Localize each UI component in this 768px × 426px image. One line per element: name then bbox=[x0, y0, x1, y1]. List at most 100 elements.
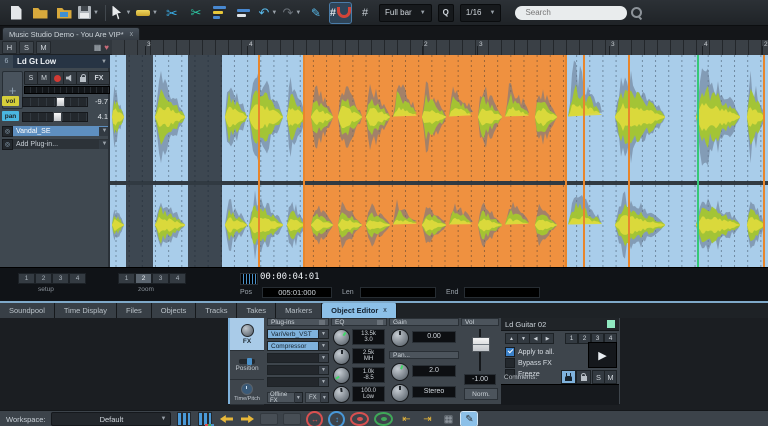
save-icon[interactable]: ▼ bbox=[78, 3, 99, 23]
eq-knob-1[interactable] bbox=[333, 329, 350, 346]
chevron-down-icon[interactable]: ▼ bbox=[321, 392, 329, 403]
grid-view-icon[interactable]: ▦ bbox=[94, 43, 102, 52]
object-draw-tool-icon[interactable]: ▼ bbox=[136, 3, 158, 23]
timeline-ruler[interactable]: 3423342 bbox=[112, 40, 768, 56]
track-record-button[interactable] bbox=[50, 71, 64, 85]
zoom-vertical-icon[interactable]: ↕ bbox=[328, 412, 345, 426]
draw-mode-icon[interactable]: ✎ bbox=[461, 412, 477, 426]
object-left-icon[interactable] bbox=[218, 412, 234, 426]
chevron-down-icon[interactable]: ▼ bbox=[319, 329, 329, 339]
draw-pen-icon[interactable]: ✎ bbox=[306, 3, 326, 23]
pan-slider[interactable] bbox=[22, 112, 88, 122]
gain-knob[interactable] bbox=[391, 329, 409, 347]
group-objects-icon[interactable] bbox=[234, 3, 254, 23]
track-mute-button[interactable]: M bbox=[37, 71, 51, 85]
quantize-button[interactable]: Q bbox=[438, 4, 454, 22]
zoom-button-3[interactable]: 3 bbox=[152, 273, 169, 284]
object-color-swatch[interactable] bbox=[607, 320, 615, 328]
dock-tab-time-display[interactable]: Time Display bbox=[55, 303, 117, 318]
checkbox-checked-icon[interactable] bbox=[505, 347, 515, 357]
workspace-select[interactable]: Default ▼ bbox=[51, 412, 171, 426]
eq-knob-3[interactable] bbox=[333, 367, 350, 384]
monitor-plug-button[interactable] bbox=[561, 370, 576, 384]
dock-tab-soundpool[interactable]: Soundpool bbox=[0, 303, 55, 318]
lock-button[interactable] bbox=[576, 370, 591, 384]
tab-timepitch[interactable]: Time/Pitch bbox=[230, 380, 264, 405]
favorites-icon[interactable]: ♥ bbox=[104, 43, 109, 52]
pos-field[interactable]: 005:01:000 bbox=[262, 287, 332, 298]
track-monitor-button[interactable] bbox=[63, 71, 77, 85]
split-tool-icon[interactable]: ✂ bbox=[186, 3, 206, 23]
close-icon[interactable]: x bbox=[130, 31, 134, 38]
audio-editor-icon[interactable] bbox=[197, 412, 213, 426]
chevron-down-icon[interactable]: ▼ bbox=[295, 392, 303, 403]
fx-plugin-slot[interactable]: ▼ bbox=[267, 377, 329, 387]
disabled-button[interactable] bbox=[260, 412, 278, 426]
timecode-display[interactable]: 00:00:04:01 bbox=[260, 272, 320, 282]
hide-button[interactable]: H bbox=[2, 41, 17, 54]
offline-fx-button[interactable]: Offline FX bbox=[267, 392, 295, 403]
chevron-down-icon[interactable]: ▼ bbox=[319, 365, 329, 375]
object-right-icon[interactable] bbox=[239, 412, 255, 426]
mixer-icon[interactable] bbox=[176, 412, 192, 426]
dock-tab-takes[interactable]: Takes bbox=[237, 303, 276, 318]
mini-button[interactable] bbox=[377, 320, 383, 325]
vol-fader-handle[interactable] bbox=[472, 337, 490, 352]
project-tab[interactable]: Music Studio Demo - You Are VIP* x bbox=[2, 27, 140, 41]
tab-fx[interactable]: FX bbox=[230, 318, 264, 351]
bypass-fx-checkbox[interactable]: Bypass FX bbox=[505, 358, 552, 368]
volume-chip[interactable]: vol bbox=[2, 96, 19, 106]
track-fx-button[interactable]: FX bbox=[88, 71, 110, 85]
undo-icon[interactable]: ↶▼ bbox=[258, 3, 278, 23]
add-plugin-slot[interactable]: ◎ Add Plug-in... ▼ bbox=[2, 139, 108, 149]
snap-mode-select[interactable]: Full bar ▼ bbox=[379, 4, 432, 22]
eq-knob-4[interactable] bbox=[333, 386, 350, 403]
normalize-button[interactable]: Norm. bbox=[464, 388, 498, 400]
pan-value[interactable]: 2.0 bbox=[412, 365, 456, 377]
chevron-down-icon[interactable]: ▼ bbox=[101, 59, 110, 65]
apply-to-all-checkbox[interactable]: Apply to all. bbox=[505, 347, 554, 357]
pan-chip[interactable]: pan bbox=[2, 111, 19, 121]
chevron-down-icon[interactable]: ▼ bbox=[319, 377, 329, 387]
comments-box[interactable] bbox=[501, 384, 619, 405]
object-nav-arrow[interactable]: ▶ bbox=[541, 333, 554, 344]
open-project-icon[interactable] bbox=[30, 3, 50, 23]
pan-handle[interactable] bbox=[53, 112, 62, 122]
zoom-in-object-icon[interactable] bbox=[374, 412, 393, 426]
stereo-value[interactable]: Stereo bbox=[412, 386, 456, 398]
disabled-button[interactable] bbox=[283, 412, 301, 426]
dock-tab-files[interactable]: Files bbox=[117, 303, 152, 318]
dock-tab-object-editor[interactable]: Object Editorx bbox=[322, 303, 397, 318]
volume-slider[interactable] bbox=[22, 97, 88, 107]
pan-knob[interactable] bbox=[391, 363, 409, 381]
chevron-down-icon[interactable]: ▼ bbox=[319, 341, 329, 351]
track-title-bar[interactable]: 6 Ld Gt Low ▼ bbox=[0, 55, 110, 68]
checkbox-icon[interactable] bbox=[505, 358, 515, 368]
mini-button[interactable] bbox=[319, 320, 325, 325]
dock-tab-tracks[interactable]: Tracks bbox=[196, 303, 237, 318]
snap-magnet-icon[interactable]: # bbox=[330, 3, 351, 23]
len-field[interactable] bbox=[360, 287, 436, 298]
track-name[interactable]: Ld Gt Low bbox=[17, 57, 56, 66]
solo-all-button[interactable]: S bbox=[19, 41, 34, 54]
object-mute-button[interactable]: M bbox=[604, 370, 617, 384]
chevron-down-icon[interactable]: ▼ bbox=[99, 140, 108, 149]
zoom-out-object-icon[interactable] bbox=[350, 412, 369, 426]
eq-knob-2[interactable] bbox=[333, 348, 350, 365]
zoom-horizontal-icon[interactable]: ↔ bbox=[306, 412, 323, 426]
align-objects-icon[interactable] bbox=[210, 3, 230, 23]
end-field[interactable] bbox=[464, 287, 540, 298]
gain-value[interactable]: 0.00 bbox=[412, 331, 456, 343]
collapse-right-icon[interactable]: ⇥ bbox=[419, 412, 435, 426]
zoom-button-1[interactable]: 1 bbox=[118, 273, 135, 284]
power-icon[interactable]: ◎ bbox=[2, 126, 13, 137]
chevron-down-icon[interactable]: ▼ bbox=[99, 127, 108, 136]
arrangement-area[interactable] bbox=[110, 55, 768, 267]
chevron-down-icon[interactable]: ▼ bbox=[319, 353, 329, 363]
grid-view-icon[interactable]: ▦ bbox=[440, 412, 456, 426]
fx-plugin-slot[interactable]: Compressor▼ bbox=[267, 341, 329, 351]
stereo-knob[interactable] bbox=[391, 384, 409, 402]
volume-handle[interactable] bbox=[56, 97, 65, 107]
fx-plugin-slot[interactable]: ▼ bbox=[267, 365, 329, 375]
snap-grid-icon[interactable]: # bbox=[355, 3, 375, 23]
